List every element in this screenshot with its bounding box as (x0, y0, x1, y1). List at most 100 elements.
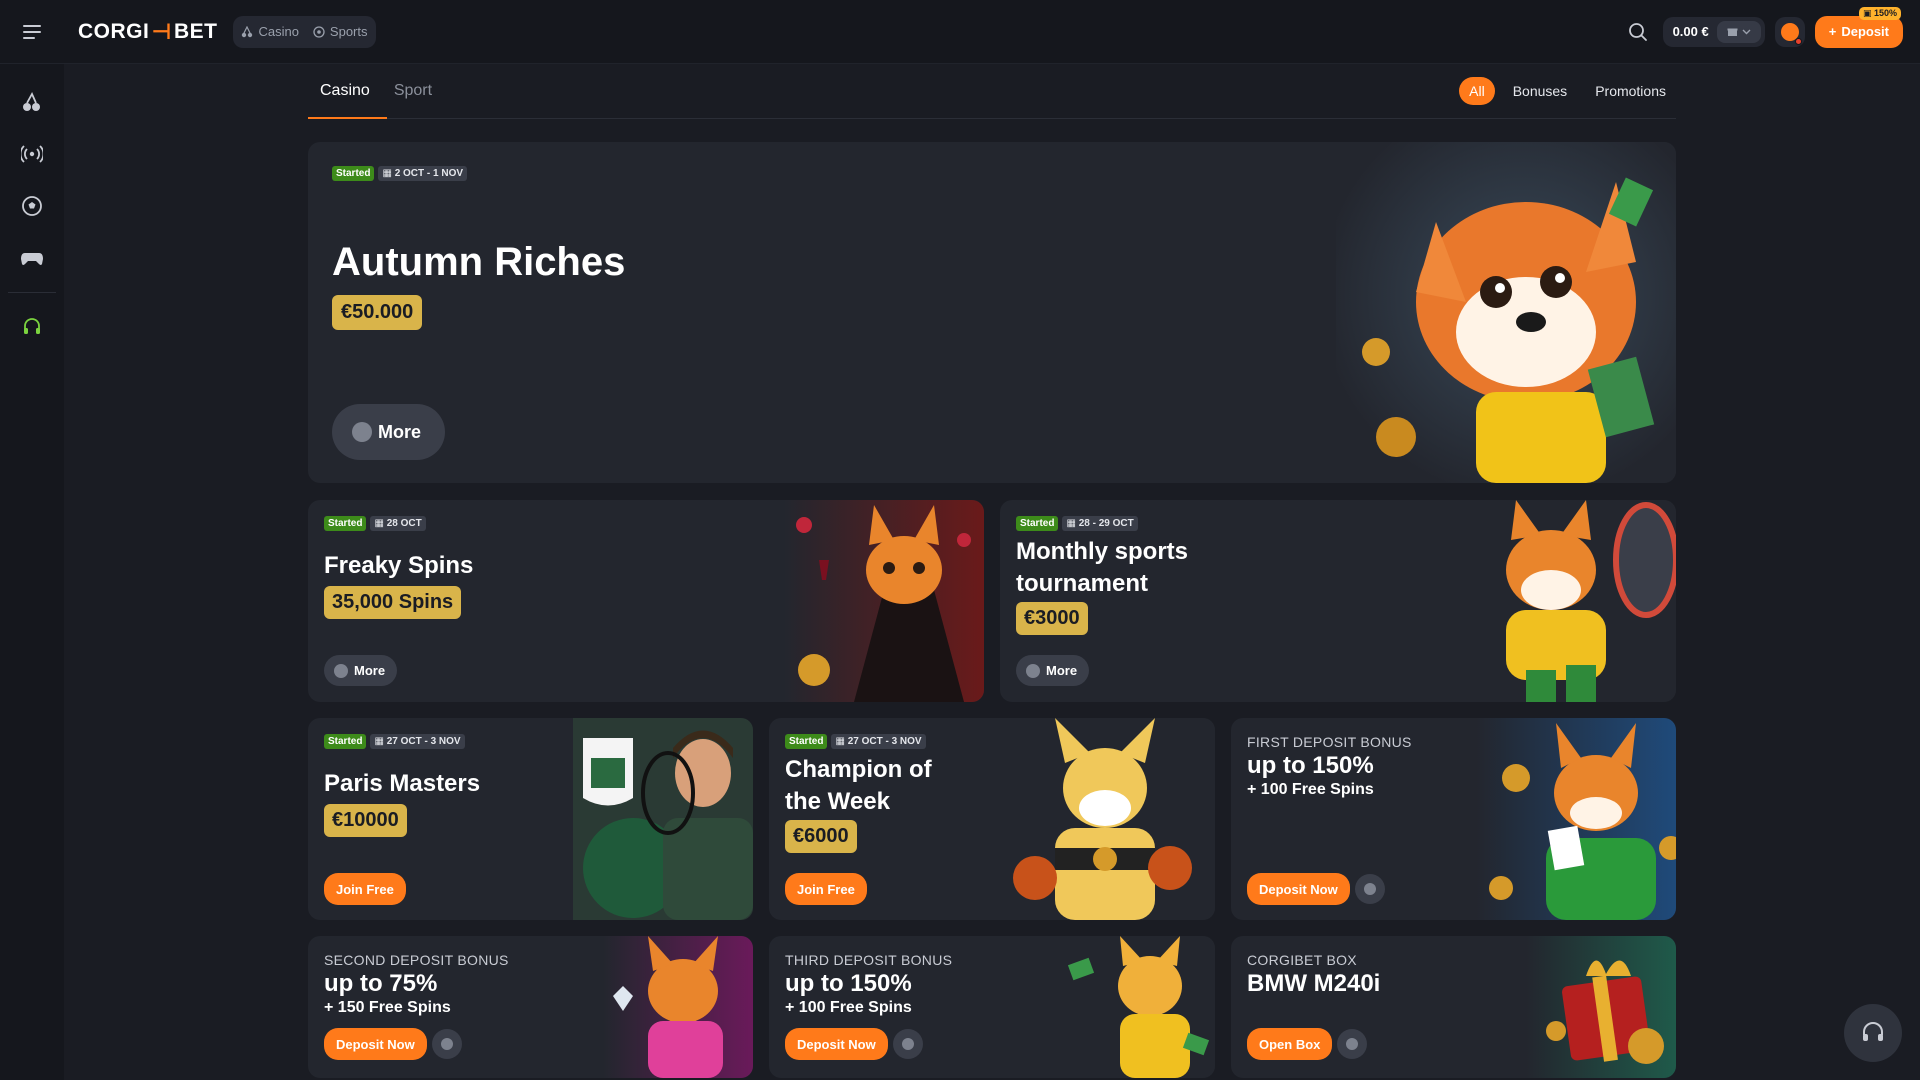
join-free-button[interactable]: Join Free (785, 873, 867, 905)
promo-title-line1: Champion of (785, 756, 932, 783)
promo-card-champion-of-the-week[interactable]: Started ▦ 27 OCT - 3 NOV Champion of the… (769, 718, 1215, 920)
balance-display[interactable]: 0.00 € (1662, 16, 1765, 47)
brand-logo[interactable]: CORGI ⊣ BET (78, 19, 217, 45)
gift-badge-icon: ▣ (1862, 7, 1872, 18)
info-icon (1364, 883, 1376, 895)
prize-badge: 35,000 Spins (324, 586, 462, 619)
status-badge: Started (785, 734, 828, 749)
bonus-subtitle: + 150 Free Spins (324, 999, 451, 1016)
filter-all[interactable]: All (1459, 77, 1495, 105)
info-icon (352, 422, 372, 442)
promo-card-autumn-riches[interactable]: Started ▦ 2 OCT - 1 NOV Autumn Riches €5… (308, 142, 1676, 483)
support-chat-button[interactable] (1844, 1004, 1902, 1062)
tab-casino[interactable]: Casino (308, 64, 382, 119)
tab-sport[interactable]: Sport (382, 64, 444, 119)
bonus-card-third-deposit[interactable]: THIRD DEPOSIT BONUS up to 150% + 100 Fre… (769, 936, 1215, 1078)
sidebar-item-live[interactable] (12, 134, 52, 174)
info-button[interactable] (1337, 1029, 1367, 1059)
promo-card-monthly-sports-tournament[interactable]: Started ▦ 28 - 29 OCT Monthly sports tou… (1000, 500, 1676, 702)
promo-card-freaky-spins[interactable]: Started ▦ 28 OCT Freaky Spins 35,000 Spi… (308, 500, 984, 702)
brand-text-left: CORGI (78, 19, 150, 43)
cherry-icon (242, 25, 253, 37)
bonus-card-second-deposit[interactable]: SECOND DEPOSIT BONUS up to 75% + 150 Fre… (308, 936, 753, 1078)
status-chips: Started ▦ 28 - 29 OCT (1016, 516, 1138, 531)
promo-title: Champion of the Week (785, 754, 932, 818)
bonus-subtitle: + 100 Free Spins (1247, 781, 1374, 798)
calendar-icon: ▦ (1066, 518, 1079, 529)
mode-sports[interactable]: Sports (313, 24, 368, 39)
deposit-now-button[interactable]: Deposit Now (785, 1028, 888, 1060)
filter-promotions[interactable]: Promotions (1585, 77, 1676, 105)
deposit-button[interactable]: + Deposit ▣ 150% (1814, 6, 1903, 48)
info-icon (441, 1038, 453, 1050)
bonus-card-first-deposit[interactable]: FIRST DEPOSIT BONUS up to 150% + 100 Fre… (1231, 718, 1676, 920)
status-badge: Started (1016, 516, 1059, 531)
bonus-label: CORGIBET BOX (1247, 952, 1357, 968)
bonus-headline: up to 75% (324, 970, 438, 997)
calendar-icon: ▦ (835, 736, 848, 747)
info-icon (334, 663, 348, 678)
calendar-icon: ▦ (382, 168, 395, 179)
sidebar-item-esports[interactable] (12, 238, 52, 278)
date-text: 28 - 29 OCT (1078, 518, 1134, 529)
search-icon (1628, 22, 1647, 41)
profile-button[interactable] (1774, 16, 1805, 47)
status-badge: Started (324, 516, 367, 531)
status-badge: Started (324, 734, 367, 749)
money-corgi-illustration (1065, 936, 1215, 1078)
sidebar-item-support[interactable] (12, 307, 52, 347)
more-button-label: More (378, 421, 422, 442)
more-button[interactable]: More (324, 655, 398, 686)
sidebar-item-casino[interactable] (12, 82, 52, 122)
bonus-card-corgibet-box[interactable]: CORGIBET BOX BMW M240i Open Box (1231, 936, 1676, 1078)
mode-casino[interactable]: Casino (241, 24, 299, 39)
deposit-badge: ▣ 150% (1858, 6, 1901, 20)
sidebar-item-sports[interactable] (12, 186, 52, 226)
date-badge: ▦ 28 OCT (370, 516, 426, 531)
promo-card-paris-masters[interactable]: Started ▦ 27 OCT - 3 NOV Paris Masters €… (308, 718, 753, 920)
more-button-label: More (354, 663, 386, 678)
calendar-icon: ▦ (374, 736, 387, 747)
poker-corgi-illustration (1476, 718, 1676, 920)
plus-icon: + (1828, 24, 1837, 39)
info-button[interactable] (893, 1029, 923, 1059)
vampire-corgi-illustration (784, 500, 984, 702)
bonus-headline: BMW M240i (1247, 970, 1381, 997)
date-text: 27 OCT - 3 NOV (847, 736, 922, 747)
join-free-button[interactable]: Join Free (324, 873, 406, 905)
info-button[interactable] (432, 1029, 462, 1059)
tennis-player-illustration (573, 718, 753, 920)
filter-group: All Bonuses Promotions (1459, 77, 1676, 105)
filter-bonuses[interactable]: Bonuses (1503, 77, 1577, 105)
deposit-now-button[interactable]: Deposit Now (1247, 873, 1350, 905)
boxer-corgi-illustration (995, 718, 1215, 920)
date-text: 27 OCT - 3 NOV (386, 736, 461, 747)
status-chips: Started ▦ 27 OCT - 3 NOV (785, 734, 926, 749)
live-broadcast-icon (21, 145, 43, 163)
chevron-down-icon (1742, 29, 1751, 34)
more-button[interactable]: More (1016, 655, 1090, 686)
mode-switch: Casino Sports (233, 15, 376, 48)
search-button[interactable] (1623, 17, 1653, 47)
status-chips: Started ▦ 2 OCT - 1 NOV (332, 166, 468, 181)
status-chips: Started ▦ 28 OCT (324, 516, 426, 531)
promo-title: Freaky Spins (324, 552, 474, 579)
date-badge: ▦ 2 OCT - 1 NOV (378, 166, 468, 181)
gift-box-illustration (1526, 936, 1676, 1078)
info-button[interactable] (1355, 874, 1385, 904)
cherries-icon (23, 91, 40, 111)
open-box-button[interactable]: Open Box (1247, 1028, 1333, 1060)
more-button-label: More (1046, 663, 1078, 678)
bonus-label: FIRST DEPOSIT BONUS (1247, 734, 1412, 750)
menu-button[interactable] (0, 0, 64, 64)
headset-icon (24, 318, 40, 334)
status-chips: Started ▦ 27 OCT - 3 NOV (324, 734, 465, 749)
deposit-now-button[interactable]: Deposit Now (324, 1028, 427, 1060)
gamepad-icon (21, 253, 43, 265)
mode-casino-label: Casino (258, 24, 299, 39)
top-bar: CORGI ⊣ BET Casino Sports 0.00 € + Depos… (0, 0, 1920, 64)
promo-title-line2: tournament (1016, 570, 1148, 597)
wallet-dropdown[interactable] (1716, 20, 1761, 43)
more-button[interactable]: More (332, 404, 446, 460)
balance-amount: 0.00 € (1672, 24, 1709, 39)
